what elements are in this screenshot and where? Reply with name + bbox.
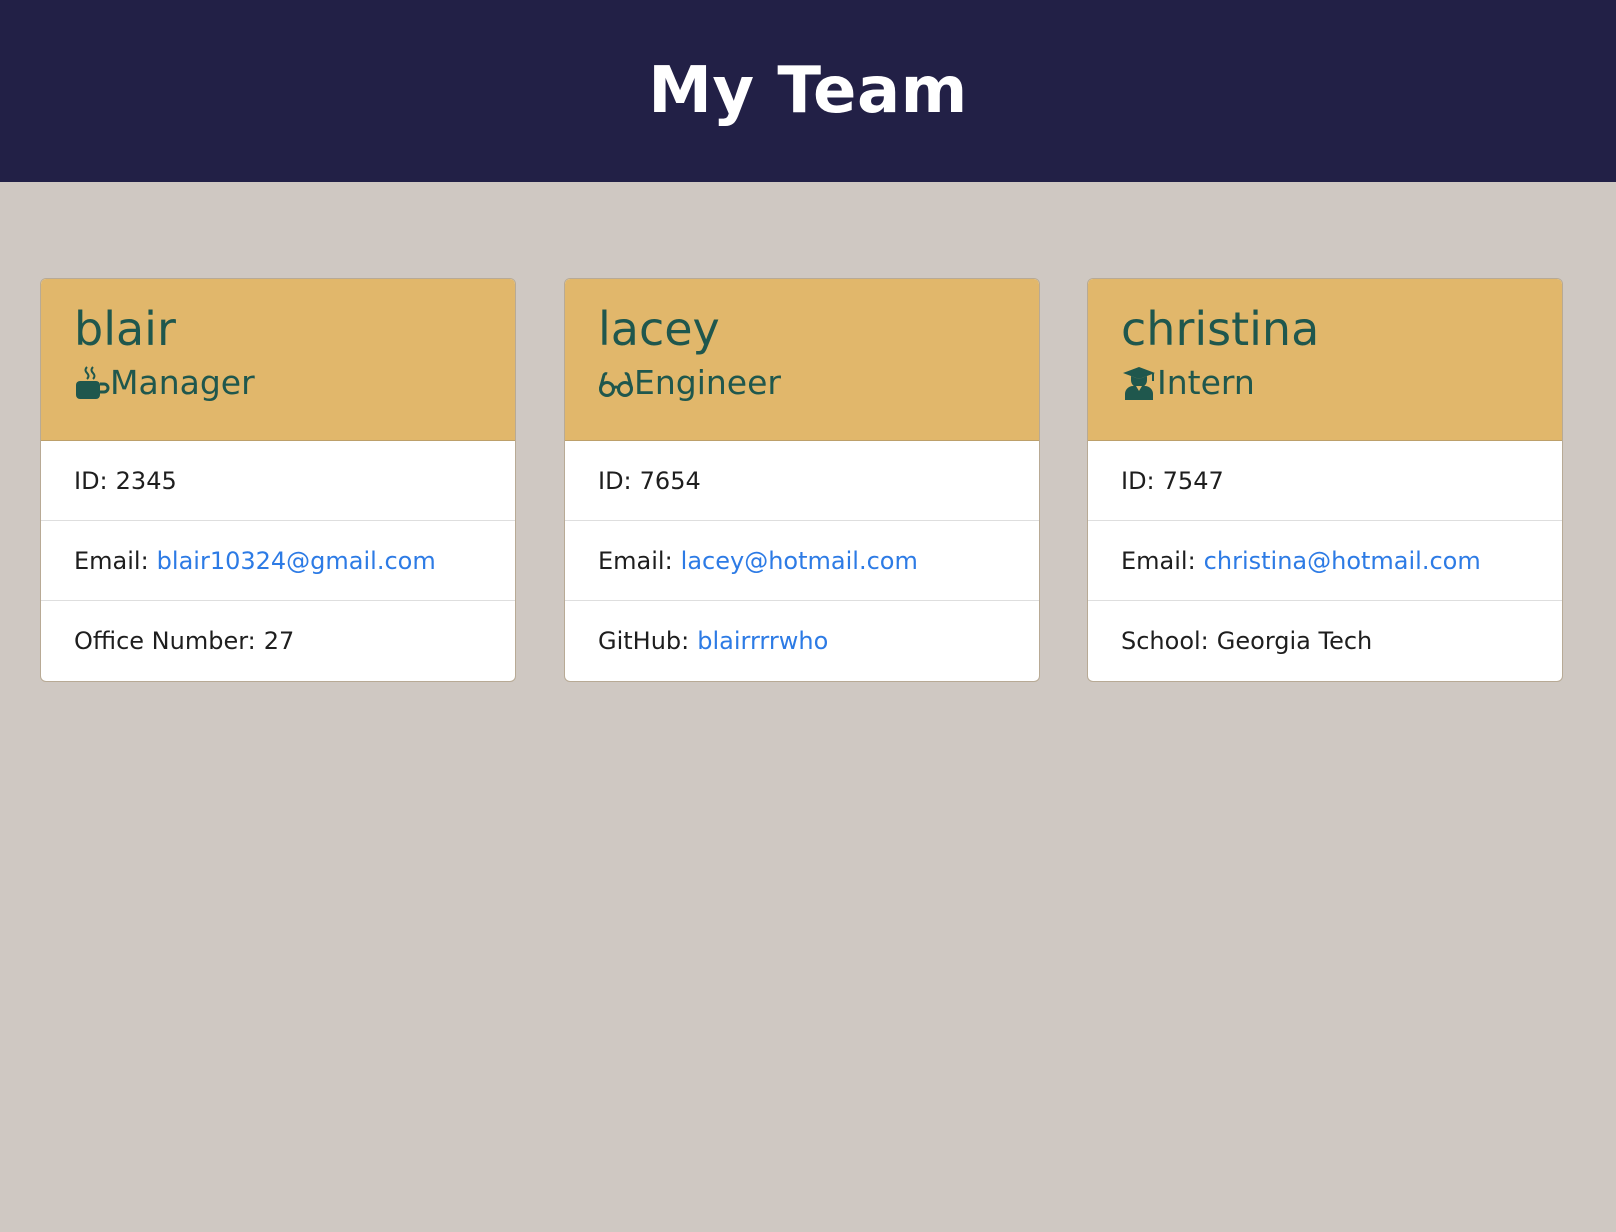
email-link[interactable]: blair10324@gmail.com [157, 547, 436, 575]
id-value: 7654 [639, 466, 701, 495]
school-row: School: Georgia Tech [1088, 601, 1562, 681]
card-header: lacey Engineer [565, 279, 1039, 441]
employee-email-row: Email: christina@hotmail.com [1088, 521, 1562, 601]
office-number-row: Office Number: 27 [41, 601, 515, 681]
role-label: Intern [1157, 363, 1255, 402]
id-label: ID: [598, 466, 632, 495]
github-row: GitHub: blairrrrwho [565, 601, 1039, 681]
graduate-icon [1121, 365, 1157, 401]
email-label: Email: [598, 546, 673, 575]
employee-email-row: Email: lacey@hotmail.com [565, 521, 1039, 601]
office-number-value: 27 [263, 627, 295, 655]
role-label: Manager [110, 363, 255, 402]
card-header: blair Manager [41, 279, 515, 441]
employee-role: Engineer [598, 361, 1039, 405]
employee-id-row: ID: 2345 [41, 441, 515, 521]
email-link[interactable]: lacey@hotmail.com [681, 547, 918, 575]
school-value: Georgia Tech [1216, 627, 1373, 655]
email-link[interactable]: christina@hotmail.com [1204, 547, 1481, 575]
employee-card-intern: christina Intern ID: 7547 Email: christi… [1087, 278, 1563, 682]
school-label: School: [1121, 627, 1209, 655]
employee-role: Intern [1121, 361, 1562, 405]
id-value: 2345 [115, 466, 177, 495]
employee-email-row: Email: blair10324@gmail.com [41, 521, 515, 601]
id-label: ID: [74, 466, 108, 495]
coffee-mug-icon [74, 365, 110, 401]
office-number-label: Office Number: [74, 627, 256, 655]
employee-name: christina [1121, 302, 1320, 356]
github-link[interactable]: blairrrrwho [697, 627, 828, 655]
employee-card-engineer: lacey Engineer ID: 7654 Email: lacey@hot… [564, 278, 1040, 682]
email-label: Email: [74, 546, 149, 575]
email-label: Email: [1121, 546, 1196, 575]
employee-id-row: ID: 7654 [565, 441, 1039, 521]
page-title: My Team [648, 54, 968, 128]
employee-name: lacey [598, 302, 720, 356]
employee-name: blair [74, 302, 176, 356]
team-cards: blair Manager ID: 2345 Email: blair10324… [0, 182, 1616, 1232]
role-label: Engineer [634, 363, 781, 402]
glasses-icon [598, 365, 634, 401]
card-header: christina Intern [1088, 279, 1562, 441]
page-header: My Team [0, 0, 1616, 182]
id-label: ID: [1121, 466, 1155, 495]
id-value: 7547 [1162, 466, 1224, 495]
github-label: GitHub: [598, 627, 690, 655]
employee-card-manager: blair Manager ID: 2345 Email: blair10324… [40, 278, 516, 682]
employee-role: Manager [74, 361, 515, 405]
employee-id-row: ID: 7547 [1088, 441, 1562, 521]
